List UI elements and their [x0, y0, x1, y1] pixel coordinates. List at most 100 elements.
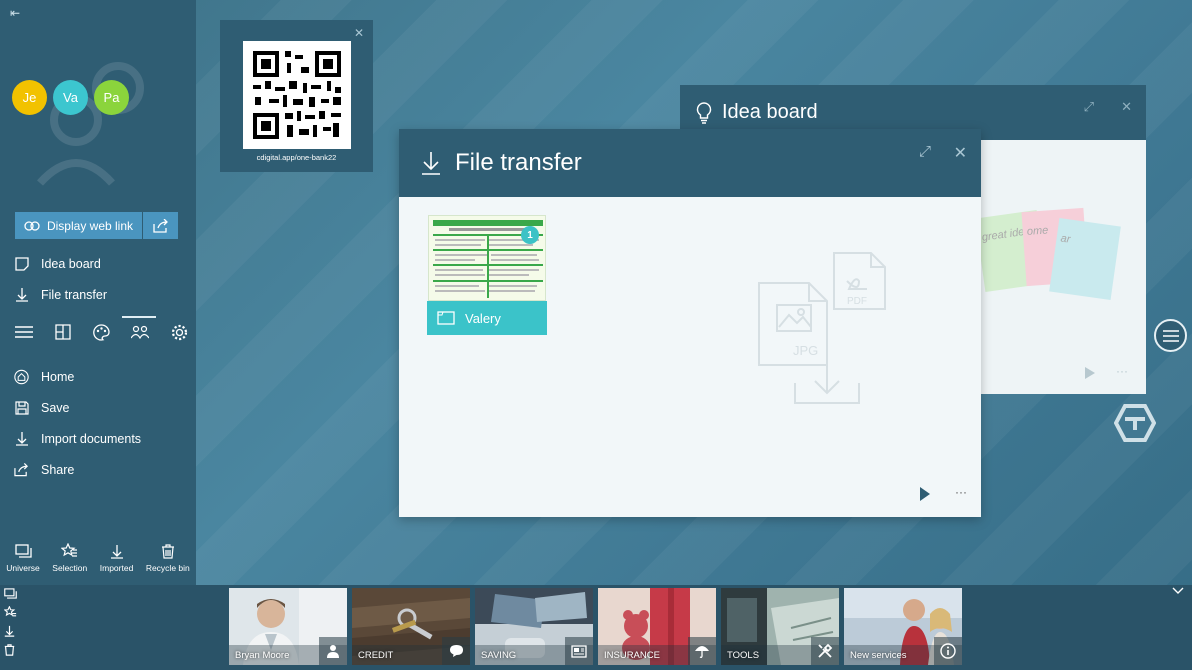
tile-label: TOOLS	[727, 650, 760, 661]
dropzone-label: JPG	[793, 343, 818, 358]
bottom-bar-icons	[4, 588, 17, 656]
more-options-icon[interactable]: ···	[1116, 364, 1128, 378]
download-icon	[422, 152, 440, 175]
document-count-badge: 1	[521, 226, 539, 244]
sticky-note[interactable]: ar	[1049, 218, 1121, 300]
more-options-icon[interactable]: ···	[955, 485, 967, 499]
avatar-initials: Pa	[103, 90, 120, 105]
menu-share[interactable]: Share	[14, 462, 74, 477]
trash-icon[interactable]	[4, 644, 15, 656]
link-icon	[24, 220, 40, 231]
close-icon[interactable]: ✕	[354, 26, 364, 40]
play-icon[interactable]	[1084, 367, 1096, 379]
idea-board-canvas[interactable]: great idea ome ar ···	[975, 140, 1146, 394]
document-owner-name: Valery	[465, 310, 501, 326]
trash-icon	[161, 542, 175, 560]
note-text: ome	[1026, 224, 1049, 238]
display-web-link-label: Display web link	[46, 218, 134, 233]
close-icon[interactable]: ✕	[954, 143, 967, 163]
pin-icon[interactable]: ⇤	[10, 6, 20, 20]
avatar[interactable]: Je	[12, 80, 47, 115]
expand-icon[interactable]: ⤢	[1084, 99, 1094, 115]
note-text: ar	[1059, 232, 1072, 246]
tool-recycle-bin[interactable]: Recycle bin	[146, 542, 190, 573]
newspaper-icon	[565, 637, 593, 665]
idea-board-title: Idea board	[722, 101, 818, 123]
tool-selection[interactable]: Selection	[52, 542, 87, 573]
star-list-icon	[61, 542, 78, 560]
file-transfer-title: File transfer	[455, 149, 582, 176]
person-icon	[319, 637, 347, 665]
service-tile-advisor[interactable]: Bryan Moore	[229, 588, 347, 665]
play-icon[interactable]	[919, 487, 931, 501]
file-transfer-header[interactable]: File transfer ⤢ ✕	[399, 129, 981, 197]
qr-code	[243, 41, 351, 149]
lightbulb-icon	[696, 101, 712, 124]
service-tile-insurance[interactable]: INSURANCE	[598, 588, 716, 665]
home-icon	[14, 369, 29, 384]
download-icon	[110, 542, 124, 560]
tool-imported[interactable]: Imported	[99, 542, 134, 573]
qr-code-widget[interactable]: ✕ cdigital.app/one-bank22	[220, 20, 373, 172]
close-icon[interactable]: ✕	[1121, 99, 1132, 115]
sidebar: ⇤ Je Va Pa Display web link Idea board F…	[0, 0, 196, 585]
tile-label: New services	[850, 650, 907, 661]
panel-label: File transfer	[41, 287, 107, 302]
panel-file-transfer[interactable]: File transfer	[14, 287, 107, 302]
layout-icon[interactable]	[53, 322, 73, 342]
tool-label: Imported	[99, 563, 134, 573]
document-card[interactable]: 1 Valery	[427, 215, 547, 337]
web-link-group: Display web link	[15, 212, 178, 239]
service-tile-new-services[interactable]: New services	[844, 588, 962, 665]
tile-label: SAVING	[481, 650, 517, 661]
star-list-icon[interactable]	[4, 606, 17, 618]
dropzone-label: PDF	[847, 296, 867, 307]
palette-icon[interactable]	[92, 322, 112, 342]
chat-icon	[442, 637, 470, 665]
avatar-initials: Je	[22, 90, 37, 105]
panel-label: Idea board	[41, 256, 101, 271]
service-tile-saving[interactable]: SAVING	[475, 588, 593, 665]
universe-icon[interactable]	[4, 588, 17, 599]
sidebar-toolbar	[14, 316, 189, 342]
menu-save[interactable]: Save	[14, 400, 70, 415]
share-link-button[interactable]	[143, 212, 178, 239]
folder-icon	[437, 311, 455, 325]
document-owner-bar[interactable]: Valery	[427, 301, 547, 335]
download-icon[interactable]	[4, 625, 15, 637]
expand-icon[interactable]: ⤢	[919, 143, 931, 160]
document-thumbnail[interactable]: 1	[428, 215, 546, 301]
settings-gear-icon[interactable]	[169, 322, 189, 342]
service-tile-credit[interactable]: CREDIT	[352, 588, 470, 665]
service-tile-tools[interactable]: TOOLS	[721, 588, 839, 665]
sticky-note-icon	[14, 256, 29, 271]
avatar[interactable]: Pa	[94, 80, 129, 115]
tile-label: CREDIT	[358, 650, 394, 661]
tile-label: INSURANCE	[604, 650, 660, 661]
participants-icon[interactable]	[122, 316, 157, 342]
users-ghost-icon	[37, 62, 144, 186]
main-menu-button[interactable]	[1154, 319, 1187, 352]
avatar[interactable]: Va	[53, 80, 88, 115]
qr-url[interactable]: cdigital.app/one-bank22	[220, 153, 373, 162]
menu-import-documents[interactable]: Import documents	[14, 431, 141, 446]
tool-universe[interactable]: Universe	[6, 542, 40, 573]
tools-icon	[811, 637, 839, 665]
bottom-tools: Universe Selection Imported Recycle bin	[0, 542, 196, 573]
hamburger-menu-icon	[1162, 329, 1179, 342]
display-web-link-button[interactable]: Display web link	[15, 212, 142, 239]
hamburger-menu-icon[interactable]	[14, 322, 34, 342]
brand-logo-icon[interactable]	[1114, 404, 1156, 442]
menu-label: Save	[41, 400, 70, 415]
menu-label: Import documents	[41, 431, 142, 446]
menu-home[interactable]: Home	[14, 369, 74, 384]
share-icon	[152, 218, 168, 233]
participant-avatars: Je Va Pa	[12, 80, 129, 115]
chevron-down-icon[interactable]	[1172, 586, 1184, 596]
download-icon	[14, 287, 29, 302]
dropzone-illustration-icon[interactable]: JPG PDF	[757, 241, 899, 425]
tool-label: Universe	[6, 563, 40, 573]
panel-idea-board[interactable]: Idea board	[14, 256, 101, 271]
tool-label: Recycle bin	[145, 563, 190, 573]
file-transfer-window[interactable]: File transfer ⤢ ✕ 1 Valery JPG PDF ···	[399, 129, 981, 517]
